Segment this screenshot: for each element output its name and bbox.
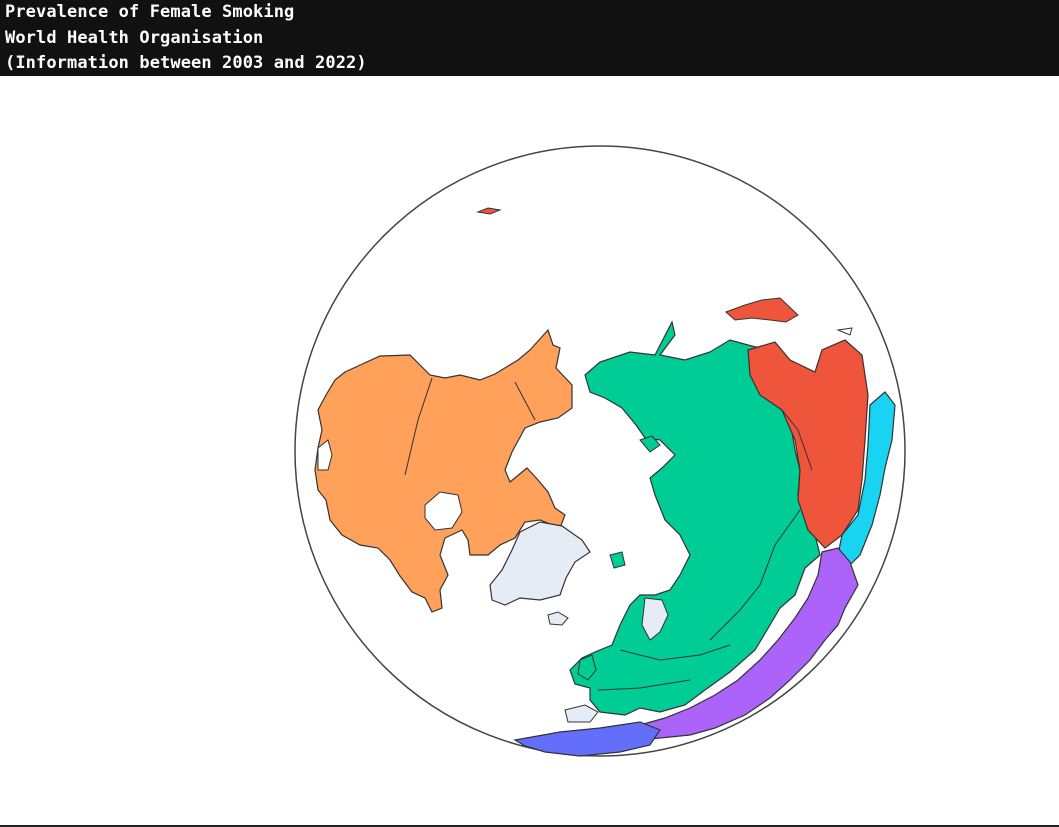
chart-title: Prevalence of Female Smoking [5, 2, 295, 22]
chart-period: (Information between 2003 and 2022) [5, 53, 367, 73]
globe-map[interactable] [0, 76, 1059, 825]
chart-header: Prevalence of Female Smoking World Healt… [0, 0, 1059, 76]
chart-source: World Health Organisation [5, 27, 264, 48]
